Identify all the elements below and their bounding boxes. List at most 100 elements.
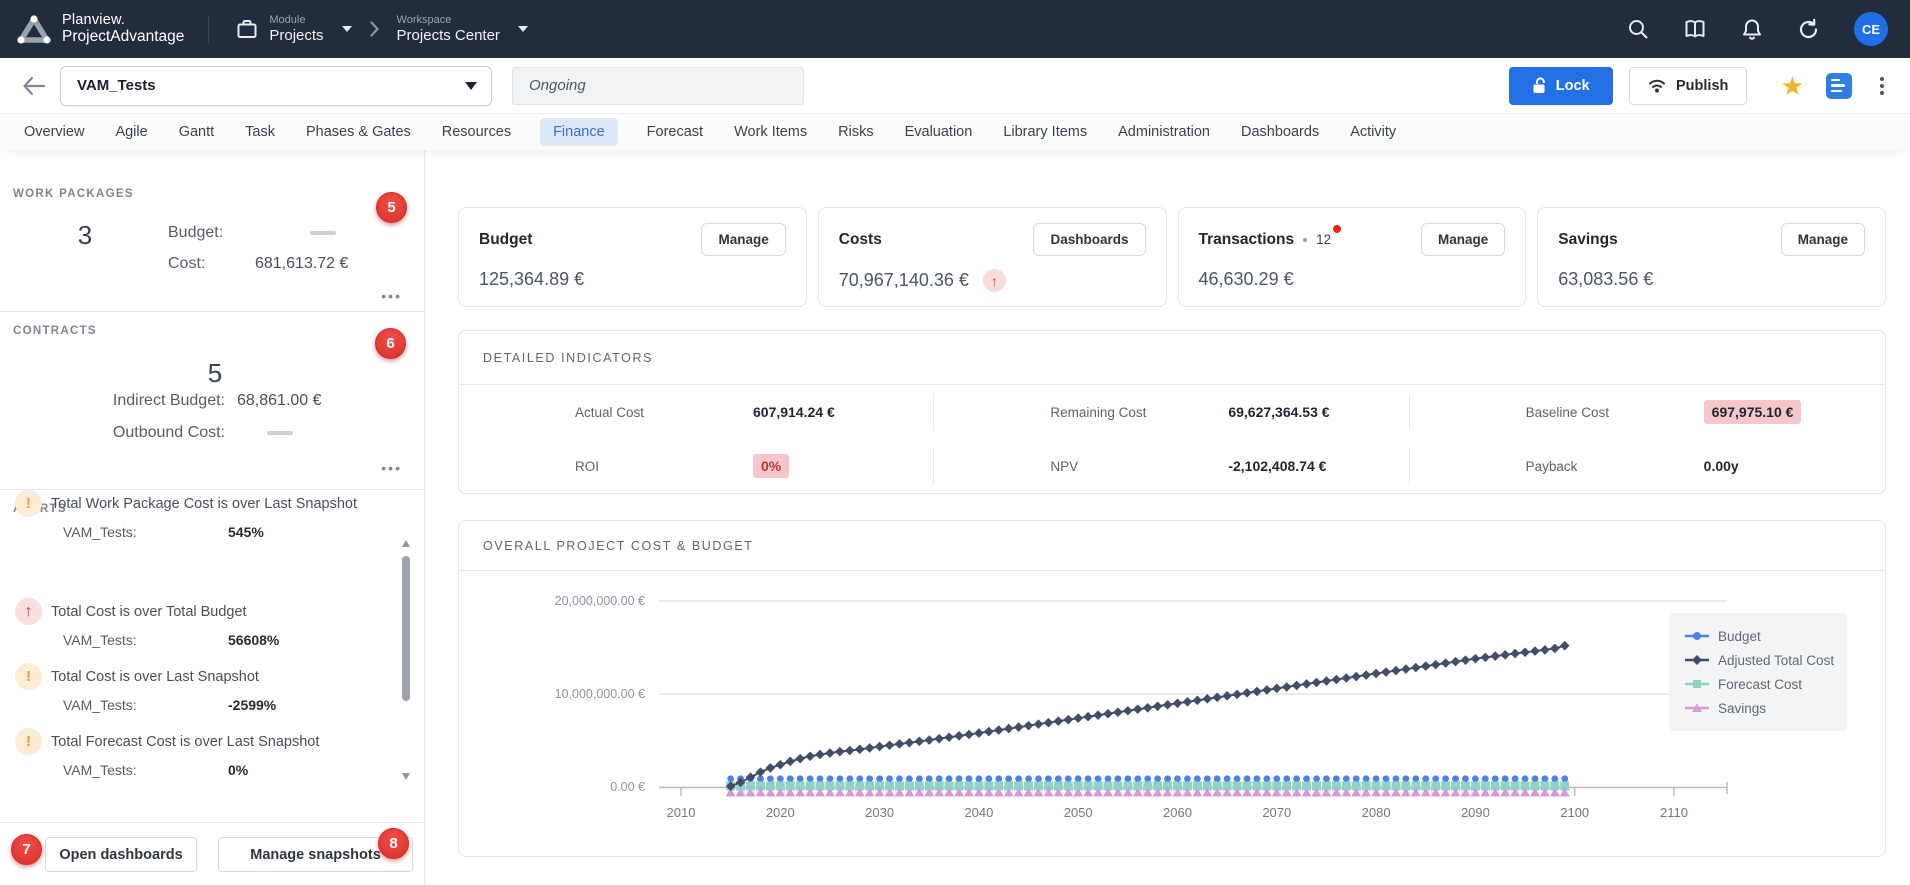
scroll-up-icon[interactable]	[402, 540, 410, 547]
feed-icon[interactable]	[1826, 73, 1852, 99]
alert-value: 56608%	[228, 632, 279, 648]
indicator-value: 0.00y	[1704, 458, 1739, 474]
svg-text:2030: 2030	[865, 805, 894, 820]
ellipsis-icon[interactable]: •••	[381, 288, 402, 304]
contracts-badge[interactable]: 6	[375, 328, 406, 359]
svg-text:2080: 2080	[1362, 805, 1391, 820]
search-icon[interactable]	[1627, 18, 1649, 40]
legend-label: Adjusted Total Cost	[1718, 653, 1834, 668]
module-selector[interactable]: Module Projects	[235, 14, 351, 45]
tab-resources[interactable]: Resources	[440, 118, 513, 146]
planview-logo[interactable]: Planview. ProjectAdvantage	[16, 12, 184, 46]
tab-work-items[interactable]: Work Items	[732, 118, 809, 146]
dot-separator	[1303, 238, 1307, 242]
alerts-scrollbar[interactable]	[402, 540, 411, 780]
indicator-payback: Payback 0.00y	[1410, 439, 1885, 493]
alert-detail: VAM_Tests: 0%	[15, 762, 386, 778]
alert-text: Total Work Package Cost is over Last Sna…	[51, 496, 357, 512]
work-packages-badge[interactable]: 5	[376, 192, 407, 223]
trend-up-icon: ↑	[983, 269, 1006, 292]
workspace-label: Workspace	[397, 14, 500, 27]
ct-indirect-row: Indirect Budget: 68,861.00 €	[65, 392, 322, 410]
tab-agile[interactable]: Agile	[113, 118, 149, 146]
brand-line1: Planview.	[62, 12, 184, 28]
lock-label: Lock	[1556, 78, 1590, 94]
tab-risks[interactable]: Risks	[836, 118, 875, 146]
refresh-icon[interactable]	[1797, 18, 1820, 41]
manage-snapshots-badge[interactable]: 8	[378, 828, 409, 859]
alert-item[interactable]: ↑ Total Cost is over Total Budget VAM_Te…	[15, 598, 386, 660]
alert-value: -2599%	[228, 697, 276, 713]
alert-item[interactable]: ! Total Forecast Cost is over Last Snaps…	[15, 728, 386, 790]
svg-text:2050: 2050	[1064, 805, 1093, 820]
wp-cost-value: 681,613.72 €	[255, 255, 348, 273]
legend-item[interactable]: Forecast Cost	[1684, 672, 1847, 696]
workspace-selector[interactable]: Workspace Projects Center	[397, 14, 528, 45]
tab-task[interactable]: Task	[243, 118, 277, 146]
favorite-icon[interactable]: ★	[1781, 73, 1804, 99]
indicator-value-highlighted: 697,975.10 €	[1704, 400, 1802, 424]
workspace-labels: Workspace Projects Center	[397, 14, 500, 45]
tab-finance[interactable]: Finance	[540, 118, 618, 146]
tab-evaluation[interactable]: Evaluation	[903, 118, 975, 146]
indicator-label: Actual Cost	[575, 405, 753, 420]
transactions-manage-button[interactable]: Manage	[1421, 223, 1505, 256]
header-actions: CE	[1627, 12, 1888, 46]
svg-text:20,000,000.00 €: 20,000,000.00 €	[555, 594, 645, 608]
indicator-roi: ROI 0%	[459, 439, 934, 493]
project-status-field[interactable]: Ongoing	[512, 67, 804, 105]
svg-text:2090: 2090	[1461, 805, 1490, 820]
open-dashboards-badge[interactable]: 7	[11, 834, 42, 865]
tab-overview[interactable]: Overview	[22, 118, 86, 146]
tab-phases-gates[interactable]: Phases & Gates	[304, 118, 413, 146]
wp-budget-row: Budget:	[168, 224, 336, 242]
notifications-icon[interactable]	[1741, 18, 1763, 41]
savings-amount: 63,083.56 €	[1558, 269, 1653, 290]
legend-item[interactable]: Savings	[1684, 696, 1847, 720]
open-dashboards-button[interactable]: Open dashboards	[45, 837, 197, 872]
alert-item[interactable]: ! Total Cost is over Last Snapshot VAM_T…	[15, 663, 386, 725]
module-icon	[235, 17, 259, 41]
planview-triangle-icon	[16, 14, 52, 45]
indicator-value-highlighted: 0%	[753, 454, 789, 478]
chart-body: 0.00 €10,000,000.00 €20,000,000.00 €2010…	[459, 571, 1885, 857]
kebab-icon[interactable]	[1876, 73, 1888, 99]
svg-text:0.00 €: 0.00 €	[610, 780, 645, 794]
scroll-down-icon[interactable]	[402, 773, 410, 780]
publish-button[interactable]: Publish	[1629, 67, 1747, 105]
alerts-panel: ALERTS ↑ Total Cost is over Total Budget…	[0, 490, 424, 822]
transactions-card-value: 46,630.29 €	[1199, 269, 1506, 290]
costs-dashboards-button[interactable]: Dashboards	[1033, 223, 1145, 256]
chevron-right-icon	[370, 21, 379, 37]
savings-manage-button[interactable]: Manage	[1781, 223, 1865, 256]
svg-text:2040: 2040	[964, 805, 993, 820]
back-icon[interactable]	[22, 76, 46, 96]
scrollbar-thumb[interactable]	[402, 556, 410, 701]
legend-item[interactable]: Adjusted Total Cost	[1684, 648, 1847, 672]
transactions-card: Transactions 12 Manage 46,630.29 €	[1178, 207, 1527, 307]
ellipsis-icon[interactable]: •••	[381, 460, 402, 476]
legend-item[interactable]: Budget	[1684, 624, 1847, 648]
tab-dashboards[interactable]: Dashboards	[1239, 118, 1321, 146]
alert-item[interactable]: ! Total Work Package Cost is over Last S…	[15, 490, 386, 552]
tab-forecast[interactable]: Forecast	[645, 118, 705, 146]
tab-library-items[interactable]: Library Items	[1001, 118, 1089, 146]
tab-gantt[interactable]: Gantt	[177, 118, 216, 146]
app-header: Planview. ProjectAdvantage Module Projec…	[0, 0, 1910, 58]
budget-manage-button[interactable]: Manage	[701, 223, 785, 256]
project-select[interactable]: VAM_Tests	[60, 66, 492, 106]
ct-outbound-label: Outbound Cost:	[65, 424, 225, 442]
alert-detail: VAM_Tests: 545%	[15, 524, 386, 540]
alert-value: 0%	[228, 762, 248, 778]
transactions-count-value: 12	[1316, 232, 1331, 247]
user-avatar[interactable]: CE	[1854, 12, 1888, 46]
help-book-icon[interactable]	[1683, 18, 1707, 40]
lock-button[interactable]: Lock	[1509, 67, 1613, 105]
module-value: Projects	[269, 27, 323, 45]
app-root: Planview. ProjectAdvantage Module Projec…	[0, 0, 1910, 885]
tab-administration[interactable]: Administration	[1116, 118, 1212, 146]
indicator-label: Payback	[1526, 459, 1704, 474]
alert-target: VAM_Tests:	[63, 632, 137, 648]
svg-text:2020: 2020	[766, 805, 795, 820]
tab-activity[interactable]: Activity	[1348, 118, 1398, 146]
